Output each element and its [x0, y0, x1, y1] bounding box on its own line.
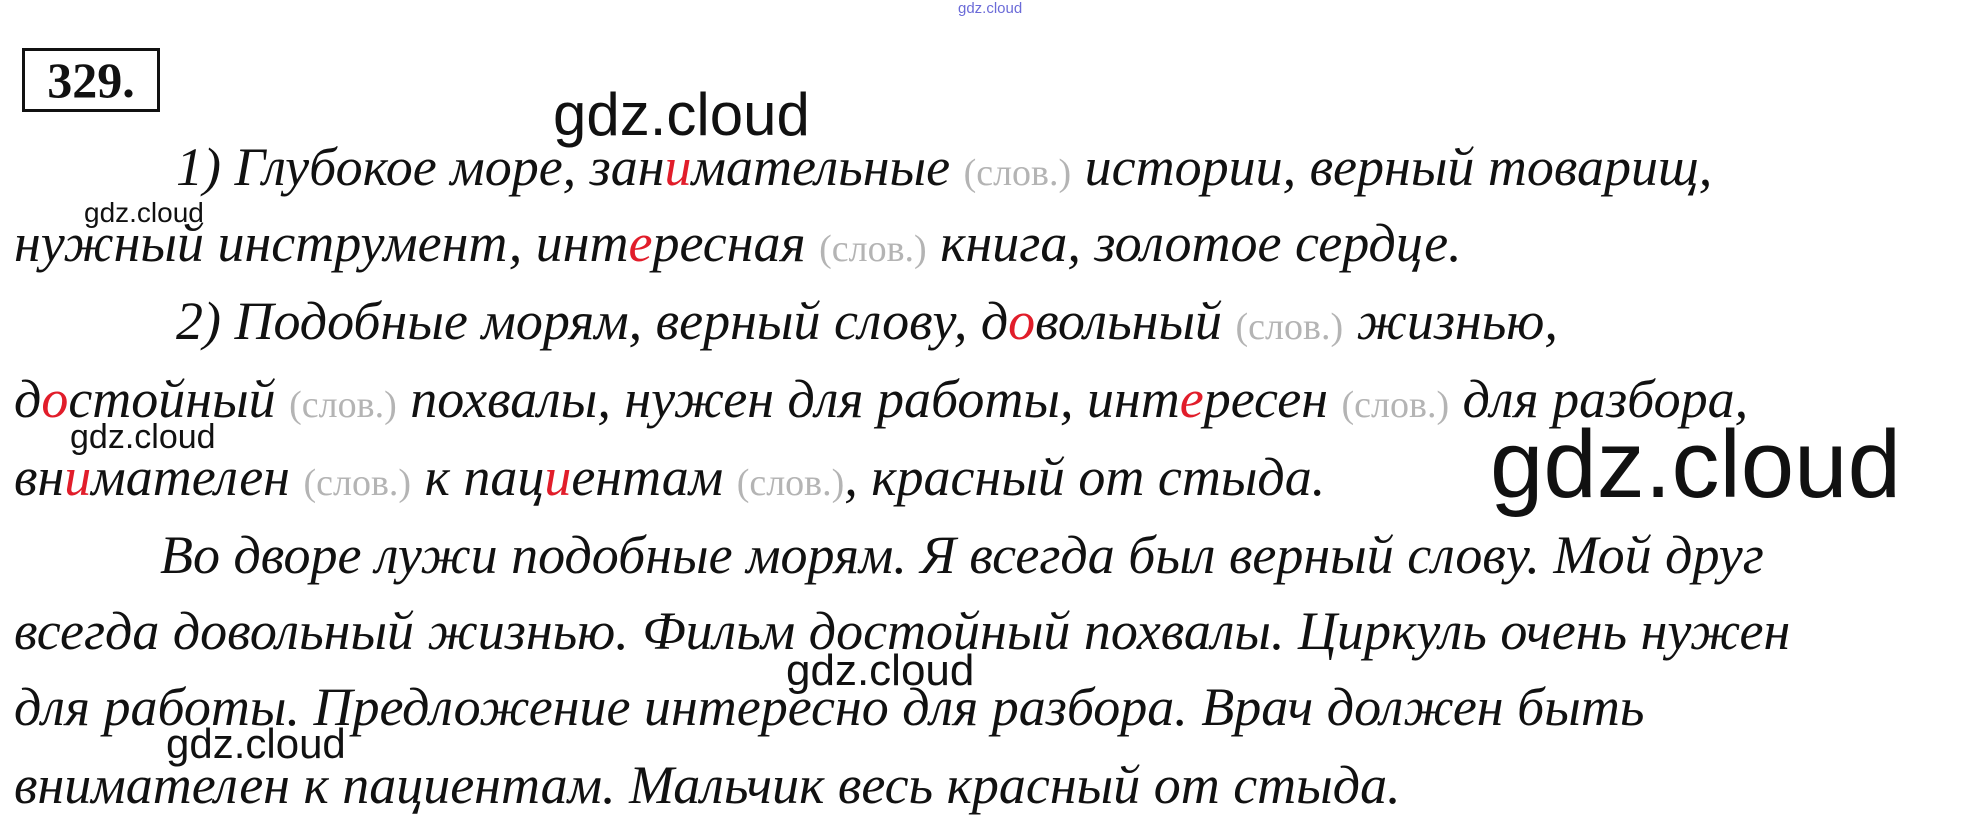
text-segment: , красный от стыда. [844, 447, 1326, 507]
dictionary-note: (слов.) [1235, 306, 1344, 348]
text-line-4: достойный (слов.) похвалы, нужен для раб… [14, 372, 1748, 426]
text-segment: 2) Подобные морям, верный слову, д [176, 291, 1009, 351]
highlighted-letter: е [1179, 369, 1204, 429]
dictionary-note: (слов.) [736, 462, 845, 504]
text-segment: ресен [1203, 369, 1329, 429]
watermark: gdz.cloud [84, 197, 204, 228]
watermark: gdz.cloud [553, 81, 810, 148]
text-segment: жизнью, [1356, 291, 1558, 351]
text-line-3: 2) Подобные морям, верный слову, довольн… [176, 294, 1558, 348]
dictionary-note: (слов.) [303, 462, 412, 504]
text-segment: истории, верный товарищ, [1084, 137, 1713, 197]
text-segment: книга, золотое сердце. [940, 213, 1462, 273]
top-watermark: gdz.cloud [958, 0, 1023, 17]
text-segment: к пац [424, 447, 545, 507]
text-line-5: внимателен (слов.) к пациентам (слов.), … [14, 450, 1325, 504]
dictionary-note: (слов.) [1341, 384, 1450, 426]
highlighted-letter: е [628, 213, 653, 273]
text-line-2: нужный инструмент, интересная (слов.) кн… [14, 216, 1462, 270]
text-line-1: 1) Глубокое море, занимательные (слов.) … [176, 140, 1712, 194]
dictionary-note: (слов.) [963, 152, 1072, 194]
text-segment: вольный [1035, 291, 1223, 351]
highlighted-letter: о [41, 369, 69, 429]
watermark: gdz.cloud [166, 720, 346, 767]
text-segment: похвалы, нужен для работы, инт [410, 369, 1180, 429]
watermark: gdz.cloud [786, 646, 975, 695]
text-segment: ресная [652, 213, 806, 273]
highlighted-letter: о [1008, 291, 1036, 351]
watermark: gdz.cloud [70, 418, 216, 456]
highlighted-letter: и [544, 447, 572, 507]
exercise-number: 329. [22, 48, 160, 112]
dictionary-note: (слов.) [289, 384, 397, 426]
dictionary-note: (слов.) [819, 228, 927, 270]
watermark: gdz.cloud [1490, 411, 1901, 518]
text-segment: д [14, 369, 42, 429]
text-segment: вн [14, 447, 65, 507]
text-segment: ентам [571, 447, 724, 507]
text-line-6: Во дворе лужи подобные морям. Я всегда б… [160, 525, 1764, 585]
